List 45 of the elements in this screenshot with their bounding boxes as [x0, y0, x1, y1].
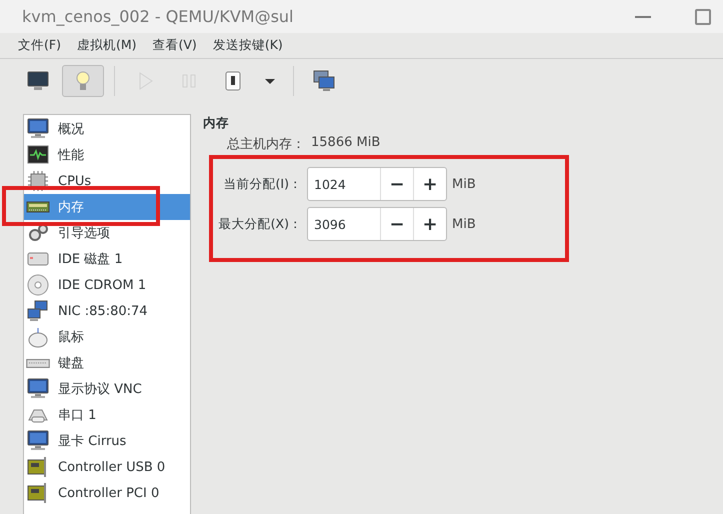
field-label: 当前分配(I)： [222, 176, 302, 192]
maximize-button[interactable] [695, 8, 711, 24]
unit-label: MiB [452, 176, 476, 192]
monitor-icon [26, 429, 50, 453]
sidebar-item[interactable]: 显示协议 VNC [24, 376, 190, 402]
menu-item[interactable]: 虚拟机(M) [76, 37, 136, 54]
monitor-icon [26, 377, 50, 401]
minimize-button[interactable] [635, 16, 651, 18]
spin-field[interactable]: 3096 − + [307, 207, 447, 241]
sidebar-item[interactable]: 性能 [24, 142, 190, 168]
monitor-icon [26, 117, 50, 141]
sidebar-item[interactable]: CPUs [24, 168, 190, 194]
increment-button[interactable]: + [413, 208, 446, 240]
sidebar-item[interactable]: NIC :85:80:74 [24, 298, 190, 324]
cdrom-icon [26, 273, 50, 297]
window-title: kvm_cenos_002 - QEMU/KVM@sul [22, 7, 294, 26]
unit-label: MiB [452, 216, 476, 232]
sidebar-item[interactable]: IDE CDROM 1 [24, 272, 190, 298]
spin-field[interactable]: 1024 − + [307, 167, 447, 201]
total-memory-value: 15866 MiB [311, 135, 380, 152]
network-icon [26, 299, 50, 323]
sidebar-item[interactable]: 概况 [24, 116, 190, 142]
menu-item[interactable]: 查看(V) [152, 37, 197, 54]
sidebar-item[interactable]: Controller PCI 0 [24, 480, 190, 506]
screens-icon [312, 69, 336, 93]
mouse-icon [26, 325, 50, 349]
total-memory-label: 总主机内存： [227, 136, 305, 153]
sidebar-item[interactable]: 引导选项 [24, 220, 190, 246]
menu-item[interactable]: 文件(F) [18, 37, 61, 54]
keyboard-icon [26, 358, 50, 368]
sidebar-item[interactable]: 串口 1 [24, 402, 190, 428]
sidebar-item[interactable]: 显卡 Cirrus [24, 428, 190, 454]
increment-button[interactable]: + [413, 168, 446, 200]
decrement-button[interactable]: − [381, 208, 413, 240]
monitor-icon [26, 69, 50, 93]
sidebar-item[interactable]: 鼠标 [24, 324, 190, 350]
chip-icon [26, 169, 50, 193]
sidebar-item[interactable]: 键盘 [24, 350, 190, 376]
sidebar-item[interactable]: Controller USB 0 [24, 454, 190, 480]
caret-icon [265, 78, 275, 84]
section-heading: 内存 [203, 115, 230, 132]
field-label: 最大分配(X)： [218, 216, 302, 232]
sidebar-item[interactable]: IDE 磁盘 1 [24, 246, 190, 272]
decrement-button[interactable]: − [381, 168, 413, 200]
menu-item[interactable]: 发送按键(K) [212, 37, 283, 54]
